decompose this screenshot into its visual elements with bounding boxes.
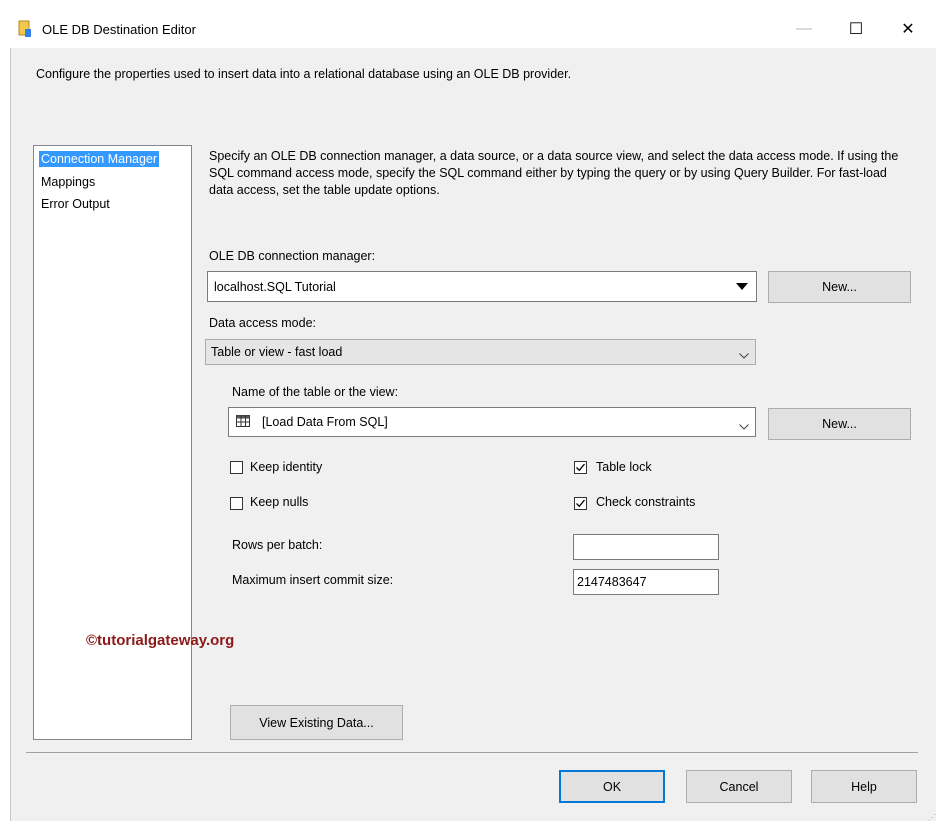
connection-manager-combo[interactable]: localhost.SQL Tutorial (207, 271, 757, 302)
nav-item-mappings[interactable]: Mappings (39, 174, 97, 190)
view-existing-data-button[interactable]: View Existing Data... (230, 705, 403, 740)
access-mode-value: Table or view - fast load (211, 345, 343, 359)
new-table-button[interactable]: New... (768, 408, 911, 440)
new-connection-button[interactable]: New... (768, 271, 911, 303)
checkmark-icon (576, 463, 586, 472)
maximize-button[interactable]: ☐ (834, 10, 878, 48)
check-constraints-label: Check constraints (596, 495, 696, 509)
connection-manager-label: OLE DB connection manager: (209, 249, 376, 263)
rows-per-batch-input[interactable] (573, 534, 719, 560)
max-commit-size-label: Maximum insert commit size: (232, 573, 394, 587)
nav-item-connection-manager[interactable]: Connection Manager (39, 151, 160, 167)
title-bar: OLE DB Destination Editor — ☐ ✕ (0, 0, 942, 48)
rows-per-batch-label: Rows per batch: (232, 538, 323, 552)
minimize-button[interactable]: — (782, 10, 826, 48)
nav-item-error-output[interactable]: Error Output (39, 196, 112, 212)
chevron-down-icon[interactable] (739, 419, 749, 433)
table-name-combo[interactable]: [Load Data From SQL] (228, 407, 756, 437)
watermark-text: ©tutorialgateway.org (86, 632, 235, 649)
table-lock-label: Table lock (596, 460, 652, 474)
access-mode-label: Data access mode: (209, 316, 316, 330)
table-name-value: [Load Data From SQL] (262, 415, 388, 429)
table-name-label: Name of the table or the view: (232, 385, 399, 399)
intro-text: Specify an OLE DB connection manager, a … (209, 149, 899, 197)
dialog-description: Configure the properties used to insert … (36, 67, 572, 81)
table-lock-checkbox[interactable] (574, 461, 587, 474)
chevron-down-icon (739, 348, 749, 362)
ok-button[interactable]: OK (559, 770, 665, 803)
nav-list: Connection Manager Mappings Error Output (33, 145, 192, 740)
keep-nulls-checkbox[interactable] (230, 497, 243, 510)
dropdown-arrow-icon[interactable] (730, 274, 754, 299)
app-icon (18, 20, 32, 38)
table-icon (236, 415, 250, 430)
keep-nulls-label: Keep nulls (250, 495, 309, 509)
checkmark-icon (576, 499, 586, 508)
window-title: OLE DB Destination Editor (42, 22, 196, 37)
max-commit-size-value: 2147483647 (577, 575, 647, 589)
help-button[interactable]: Help (811, 770, 917, 803)
footer-separator (26, 752, 918, 753)
keep-identity-checkbox[interactable] (230, 461, 243, 474)
resize-grip-icon[interactable]: ⋰ (928, 813, 936, 822)
connection-manager-value: localhost.SQL Tutorial (214, 280, 336, 294)
access-mode-select[interactable]: Table or view - fast load (205, 339, 756, 365)
keep-identity-label: Keep identity (250, 460, 323, 474)
close-button[interactable]: ✕ (886, 10, 930, 48)
cancel-button[interactable]: Cancel (686, 770, 792, 803)
check-constraints-checkbox[interactable] (574, 497, 587, 510)
max-commit-size-input[interactable]: 2147483647 (573, 569, 719, 595)
